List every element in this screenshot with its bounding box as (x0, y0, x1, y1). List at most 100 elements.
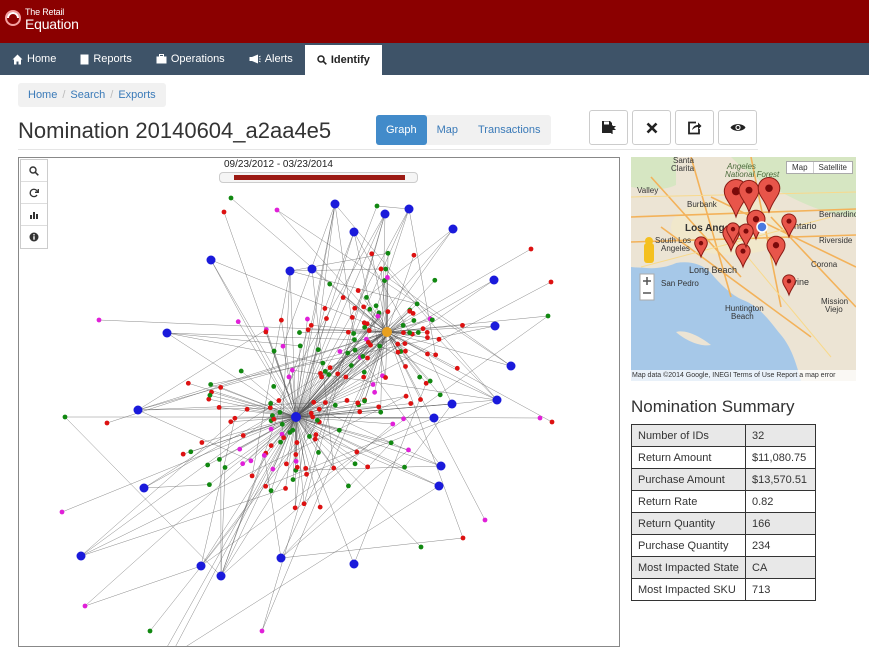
graph-node[interactable] (367, 306, 373, 312)
graph-node[interactable] (277, 409, 283, 415)
graph-node[interactable] (208, 382, 214, 387)
graph-node[interactable] (490, 321, 500, 331)
graph-node[interactable] (222, 465, 228, 470)
graph-node[interactable] (361, 369, 367, 375)
graph-node[interactable] (331, 465, 337, 471)
graph-node[interactable] (349, 227, 359, 237)
graph-node[interactable] (206, 482, 212, 488)
graph-node[interactable] (401, 416, 406, 422)
graph-node[interactable] (303, 465, 309, 471)
graph-node[interactable] (271, 348, 277, 354)
graph-info-tool[interactable] (21, 226, 47, 248)
nav-home[interactable]: Home (0, 43, 68, 75)
graph-node[interactable] (368, 342, 373, 348)
graph-node[interactable] (315, 347, 321, 353)
graph-node[interactable] (267, 405, 273, 411)
graph-node[interactable] (383, 375, 388, 380)
graph-node[interactable] (361, 374, 367, 380)
graph-node[interactable] (249, 473, 255, 479)
graph-node[interactable] (232, 415, 238, 421)
graph-node[interactable] (311, 399, 317, 405)
nav-reports[interactable]: Reports (68, 43, 144, 75)
street-view-pegman[interactable] (644, 243, 654, 263)
graph-node[interactable] (293, 458, 299, 464)
graph-node[interactable] (324, 316, 329, 321)
graph-node[interactable] (447, 399, 457, 409)
graph-node[interactable] (268, 443, 274, 448)
graph-node[interactable] (361, 320, 367, 326)
graph-node[interactable] (506, 361, 516, 371)
graph-node[interactable] (216, 405, 222, 410)
graph-node[interactable] (384, 275, 390, 280)
graph-node[interactable] (271, 416, 277, 422)
graph-node[interactable] (375, 313, 381, 319)
graph-node[interactable] (290, 427, 296, 433)
graph-node[interactable] (294, 440, 300, 445)
graph-node[interactable] (271, 384, 277, 389)
graph-chart-tool[interactable] (21, 204, 47, 226)
graph-node[interactable] (316, 450, 321, 455)
graph-node[interactable] (221, 209, 227, 215)
graph-node[interactable] (228, 195, 234, 201)
graph-node[interactable] (382, 327, 392, 337)
graph-node[interactable] (400, 322, 406, 328)
map-type-map[interactable]: Map (787, 162, 814, 173)
graph-node[interactable] (377, 343, 383, 349)
graph-node[interactable] (417, 374, 423, 380)
graph-node[interactable] (261, 452, 267, 458)
graph-node[interactable] (378, 266, 384, 272)
graph-node[interactable] (235, 319, 241, 325)
graph-node[interactable] (460, 535, 466, 541)
graph-node[interactable] (432, 277, 438, 283)
graph-node[interactable] (351, 331, 357, 336)
graph-node[interactable] (352, 337, 357, 343)
graph-search-tool[interactable] (21, 160, 47, 182)
view-button[interactable] (718, 110, 757, 145)
save-flag-button[interactable] (589, 110, 628, 145)
graph-node[interactable] (448, 224, 458, 234)
graph-node[interactable] (390, 421, 396, 427)
graph-node[interactable] (96, 317, 102, 323)
graph-node[interactable] (548, 279, 554, 285)
graph-node[interactable] (278, 317, 284, 323)
graph-node[interactable] (378, 409, 384, 415)
graph-node[interactable] (346, 483, 351, 489)
graph-node[interactable] (337, 349, 343, 354)
graph-node[interactable] (207, 392, 213, 398)
graph-node[interactable] (383, 266, 389, 272)
map-canvas[interactable]: Santa Clarita Valley Angeles National Fo… (631, 157, 856, 381)
graph-node[interactable] (304, 471, 309, 477)
graph-node[interactable] (354, 449, 360, 455)
graph-node[interactable] (357, 409, 363, 415)
graph-node[interactable] (332, 402, 338, 408)
breadcrumb-home[interactable]: Home (28, 89, 57, 101)
close-button[interactable] (632, 110, 671, 145)
graph-node[interactable] (385, 309, 391, 315)
graph-node[interactable] (380, 209, 390, 219)
graph-node[interactable] (317, 504, 323, 510)
date-range-slider[interactable] (219, 172, 418, 183)
graph-node[interactable] (335, 371, 341, 377)
graph-node[interactable] (327, 365, 333, 371)
graph-node[interactable] (348, 363, 354, 368)
graph-node[interactable] (362, 398, 367, 404)
graph-node[interactable] (147, 628, 153, 634)
graph-node[interactable] (240, 433, 246, 438)
graph-node[interactable] (370, 382, 376, 387)
graph-node[interactable] (411, 252, 417, 258)
graph-node[interactable] (492, 395, 502, 405)
graph-node[interactable] (291, 412, 301, 422)
graph-node[interactable] (276, 398, 282, 403)
graph-node[interactable] (274, 207, 280, 213)
graph-node[interactable] (283, 485, 288, 491)
graph-node[interactable] (372, 389, 378, 395)
graph-node[interactable] (395, 341, 401, 347)
graph-node[interactable] (199, 440, 205, 445)
graph-node[interactable] (407, 308, 413, 314)
graph-node[interactable] (374, 203, 380, 209)
brand-logo[interactable]: The Retail Equation (4, 6, 79, 31)
graph-node[interactable] (420, 326, 426, 332)
graph-node[interactable] (322, 400, 328, 406)
graph-node[interactable] (263, 329, 269, 335)
graph-node[interactable] (278, 439, 283, 445)
